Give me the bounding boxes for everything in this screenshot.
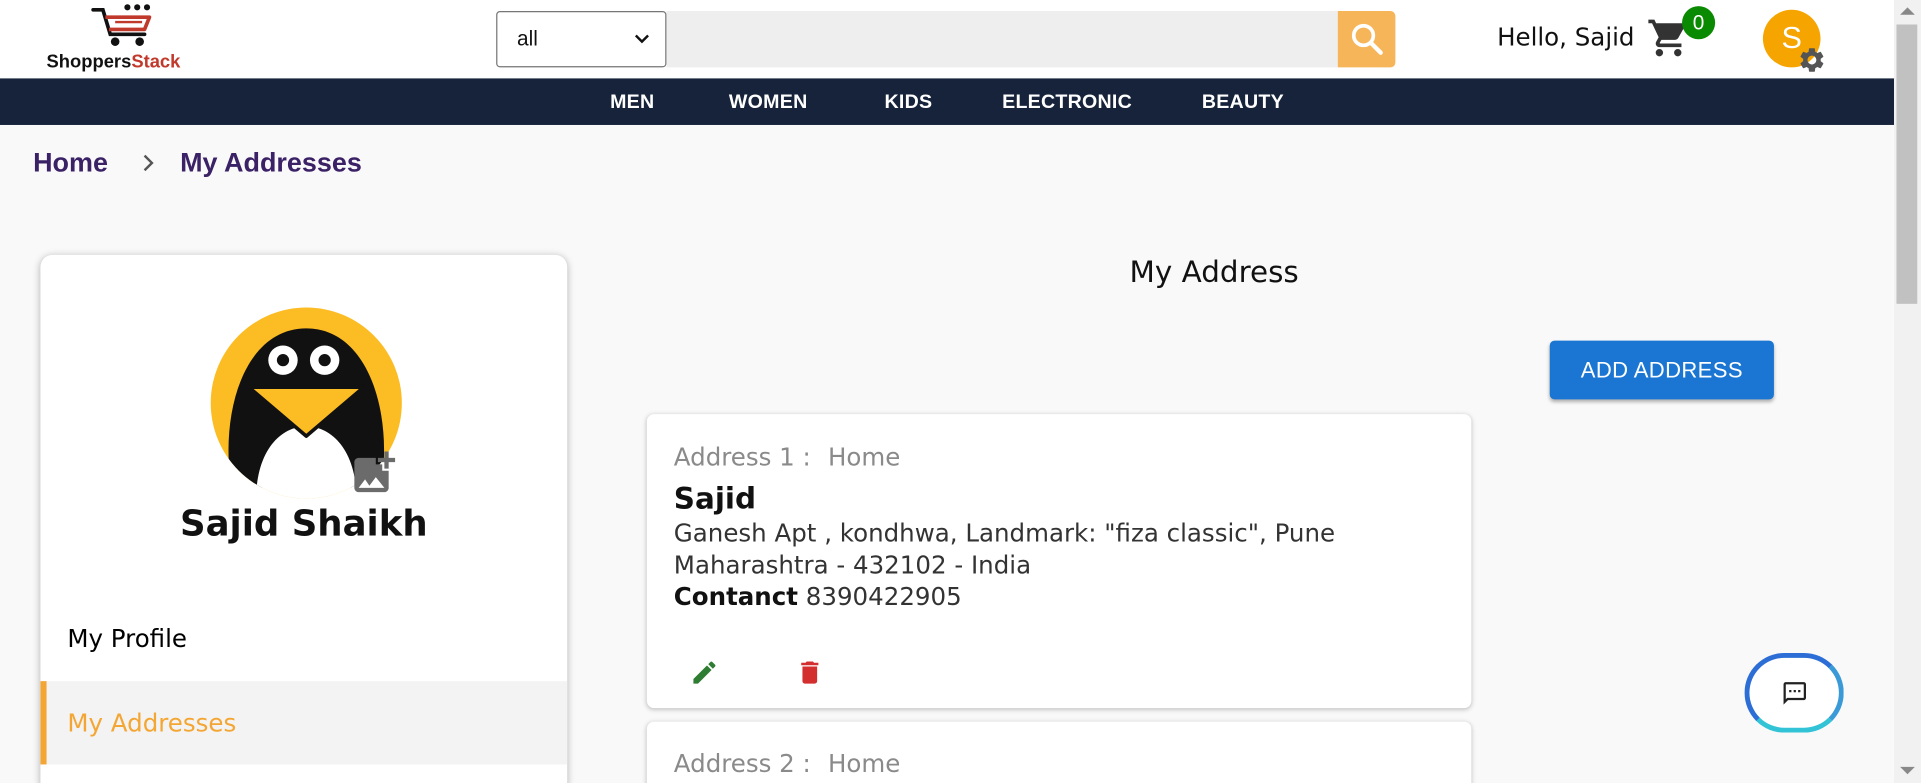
address-number: Address 1 : <box>673 442 811 472</box>
delete-trash-icon[interactable] <box>795 658 824 687</box>
search-icon <box>1351 23 1383 55</box>
nav-item-beauty[interactable]: BEAUTY <box>1202 92 1284 114</box>
page: ShoppersStack all Hello, Sajid 0 S MEN W… <box>0 0 1921 783</box>
top-header: ShoppersStack all Hello, Sajid 0 S <box>0 0 1895 79</box>
scrollbar-thumb[interactable] <box>1896 24 1918 304</box>
search-button[interactable] <box>1337 11 1396 68</box>
chat-icon <box>1782 681 1806 705</box>
sidebar-item-my-profile[interactable]: My Profile <box>40 597 567 680</box>
address-card: Address 1 : Home Sajid Ganesh Apt , kondh… <box>646 414 1472 709</box>
settings-gear-icon[interactable] <box>1797 45 1826 74</box>
profile-name: Sajid Shaikh <box>179 502 428 544</box>
breadcrumb-current: My Addresses <box>180 147 362 178</box>
page-scrollbar[interactable] <box>1894 0 1921 783</box>
address-contact: Contanct 8390422905 <box>674 582 962 611</box>
contact-label: Contanct <box>673 581 798 612</box>
nav-item-women[interactable]: WOMEN <box>729 92 808 114</box>
address-line-2: Maharashtra - 432102 - India <box>673 550 1032 580</box>
address-number: Address 2 : <box>673 748 811 778</box>
profile-sidebar: Sajid Shaikh My Profile My Addresses <box>40 254 568 783</box>
nav-item-electronic[interactable]: ELECTRONIC <box>1002 92 1132 114</box>
category-select[interactable]: all <box>496 11 667 68</box>
sidebar-item-label: My Profile <box>67 623 188 653</box>
nav-item-men[interactable]: MEN <box>610 92 654 114</box>
breadcrumb-home[interactable]: Home <box>33 147 108 179</box>
address-heading: Address 2 : Home <box>674 749 901 778</box>
address-card: Address 2 : Home <box>646 721 1472 783</box>
address-type: Home <box>827 442 901 472</box>
logo-text: ShoppersStack <box>46 51 181 73</box>
address-type: Home <box>827 748 901 778</box>
cart-count-badge: 0 <box>1682 6 1716 40</box>
edit-pencil-icon[interactable] <box>690 658 719 687</box>
add-address-button[interactable]: ADD ADDRESS <box>1549 340 1774 400</box>
category-nav: MEN WOMEN KIDS ELECTRONIC BEAUTY <box>0 78 1895 125</box>
scroll-up-arrow-icon[interactable] <box>1900 7 1915 15</box>
nav-item-kids[interactable]: KIDS <box>885 92 933 114</box>
category-select-value: all <box>516 26 538 51</box>
page-title: My Address <box>1129 254 1299 290</box>
search-input[interactable] <box>666 11 1338 68</box>
sidebar-item-my-addresses[interactable]: My Addresses <box>40 681 568 765</box>
scroll-down-arrow-icon[interactable] <box>1900 766 1915 775</box>
address-name: Sajid <box>673 481 757 516</box>
shopping-cart-logo-icon <box>91 4 152 46</box>
chevron-right-icon <box>143 154 154 172</box>
address-line-1: Ganesh Apt , kondhwa, Landmark: "fiza cl… <box>673 518 1336 548</box>
logo[interactable]: ShoppersStack <box>44 2 228 73</box>
contact-value: 8390422905 <box>805 581 962 612</box>
user-greeting: Hello, Sajid <box>1497 22 1635 52</box>
address-heading: Address 1 : Home <box>674 442 901 471</box>
chat-button[interactable] <box>1744 652 1844 733</box>
chevron-down-icon <box>634 34 649 44</box>
sidebar-item-label: My Addresses <box>67 708 237 738</box>
add-photo-icon[interactable] <box>348 447 399 498</box>
